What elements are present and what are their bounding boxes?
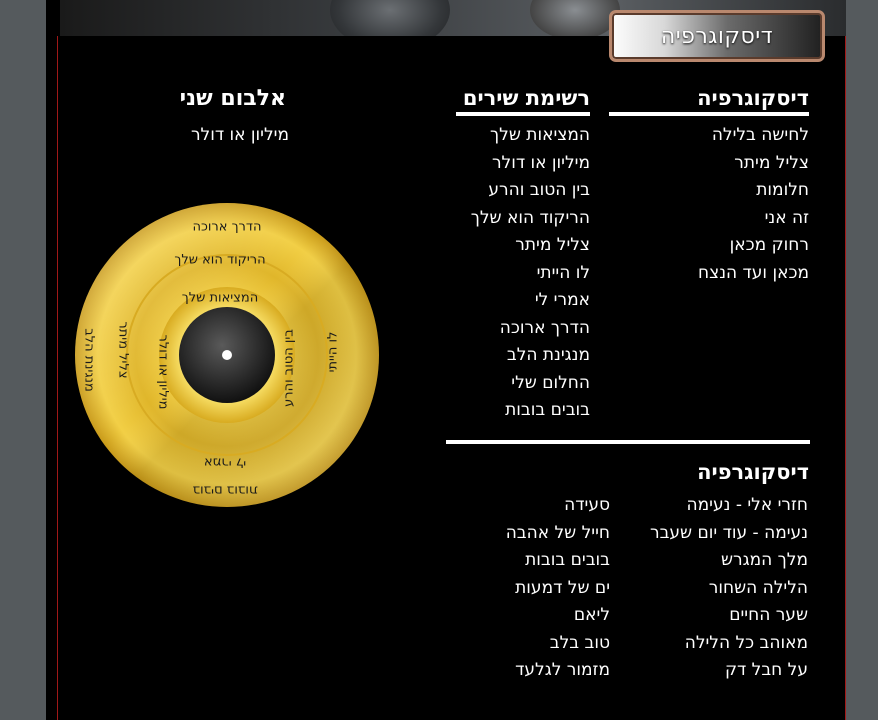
discography-bottom-item[interactable]: בובים בובות bbox=[506, 547, 610, 575]
discography-bottom-item[interactable]: שער החיים bbox=[650, 602, 808, 630]
record-label-text: המציאות שלך bbox=[182, 291, 258, 306]
discography-bottom-item[interactable]: מזמור לגלעד bbox=[506, 657, 610, 685]
discography-item[interactable]: חלומות bbox=[698, 177, 809, 205]
discography-item[interactable]: מכאן ועד הנצח bbox=[698, 260, 809, 288]
record-label-text: מיליון או דולר bbox=[156, 335, 171, 410]
discography-bottom-item[interactable]: על חבל דק bbox=[650, 657, 808, 685]
song-list-item[interactable]: בובים בובות bbox=[471, 397, 590, 425]
artist-photo-highlight bbox=[530, 0, 620, 36]
record-label-text: הדרך ארוכה bbox=[193, 220, 262, 235]
record-label-text: בובים בובות bbox=[193, 483, 258, 498]
discography-item[interactable]: זה אני bbox=[698, 205, 809, 233]
discography-bottom-item[interactable]: מאוהב כל הלילה bbox=[650, 630, 808, 658]
discography-bottom-item[interactable]: נעימה - עוד יום שעבר bbox=[650, 520, 808, 548]
section-divider bbox=[446, 440, 810, 444]
song-list-underline bbox=[456, 112, 590, 116]
album-heading: אלבום שני bbox=[179, 86, 286, 111]
song-list-item[interactable]: מיליון או דולר bbox=[471, 150, 590, 178]
record-spindle-hole bbox=[222, 350, 232, 360]
song-list-item[interactable]: בין הטוב והרע bbox=[471, 177, 590, 205]
discography-item[interactable]: צליל מיתר bbox=[698, 150, 809, 178]
discography-heading: דיסקוגרפיה bbox=[697, 86, 809, 110]
discography-item[interactable]: לחישה בלילה bbox=[698, 122, 809, 150]
discography-bottom-item[interactable]: חייל של אהבה bbox=[506, 520, 610, 548]
discography-list-left: סעידה חייל של אהבה בובים בובות ים של דמעות ל… bbox=[506, 492, 610, 685]
song-list-heading: רשימת שירים bbox=[462, 86, 590, 110]
discography-bottom-item[interactable]: הלילה השחור bbox=[650, 575, 808, 603]
discography-list: לחישה בלילה צליל מיתר חלומות זה אני רחוק מכא… bbox=[698, 122, 809, 287]
discography-item[interactable]: רחוק מכאן bbox=[698, 232, 809, 260]
artist-photo bbox=[330, 0, 450, 36]
album-subtitle: מיליון או דולר bbox=[190, 125, 289, 145]
discography-bottom-item[interactable]: ים של דמעות bbox=[506, 575, 610, 603]
song-list: המציאות שלך מיליון או דולר בין הטוב והרע הר… bbox=[471, 122, 590, 425]
song-list-item[interactable]: מנגינת הלב bbox=[471, 342, 590, 370]
discography-bottom-item[interactable]: ליאם bbox=[506, 602, 610, 630]
discography-heading-bottom: דיסקוגרפיה bbox=[697, 460, 809, 484]
song-list-item[interactable]: החלום שלי bbox=[471, 370, 590, 398]
right-border-line bbox=[845, 36, 846, 720]
record-label-text: מנגינת הלב bbox=[82, 328, 97, 392]
discography-bottom-item[interactable]: סעידה bbox=[506, 492, 610, 520]
song-list-item[interactable]: המציאות שלך bbox=[471, 122, 590, 150]
record-label-text: בין הטוב והרע bbox=[282, 329, 297, 407]
song-list-item[interactable]: צליל מיתר bbox=[471, 232, 590, 260]
song-list-item[interactable]: הדרך ארוכה bbox=[471, 315, 590, 343]
discography-bottom-item[interactable]: מלך המגרש bbox=[650, 547, 808, 575]
record-label-text: צליל מיתר bbox=[116, 321, 131, 378]
discography-underline bbox=[609, 112, 809, 116]
discography-bottom-item[interactable]: טוב בלב bbox=[506, 630, 610, 658]
record-label-text: אמרי לי bbox=[204, 455, 246, 470]
record-label-text: לו הייתי bbox=[326, 332, 341, 373]
song-list-item[interactable]: הריקוד הוא שלך bbox=[471, 205, 590, 233]
record-label-text: הריקוד הוא שלך bbox=[174, 253, 265, 268]
discography-list-right: חזרי אלי - נעימה נעימה - עוד יום שעבר מלך … bbox=[650, 492, 808, 685]
discography-bottom-item[interactable]: חזרי אלי - נעימה bbox=[650, 492, 808, 520]
song-list-item[interactable]: לו הייתי bbox=[471, 260, 590, 288]
left-border-line bbox=[57, 36, 58, 720]
gold-record-image[interactable]: הדרך ארוכה הריקוד הוא שלך המציאות שלך מנגינ… bbox=[75, 200, 383, 510]
song-list-item[interactable]: אמרי לי bbox=[471, 287, 590, 315]
discography-tab-button[interactable]: דיסקוגרפיה bbox=[609, 10, 825, 62]
